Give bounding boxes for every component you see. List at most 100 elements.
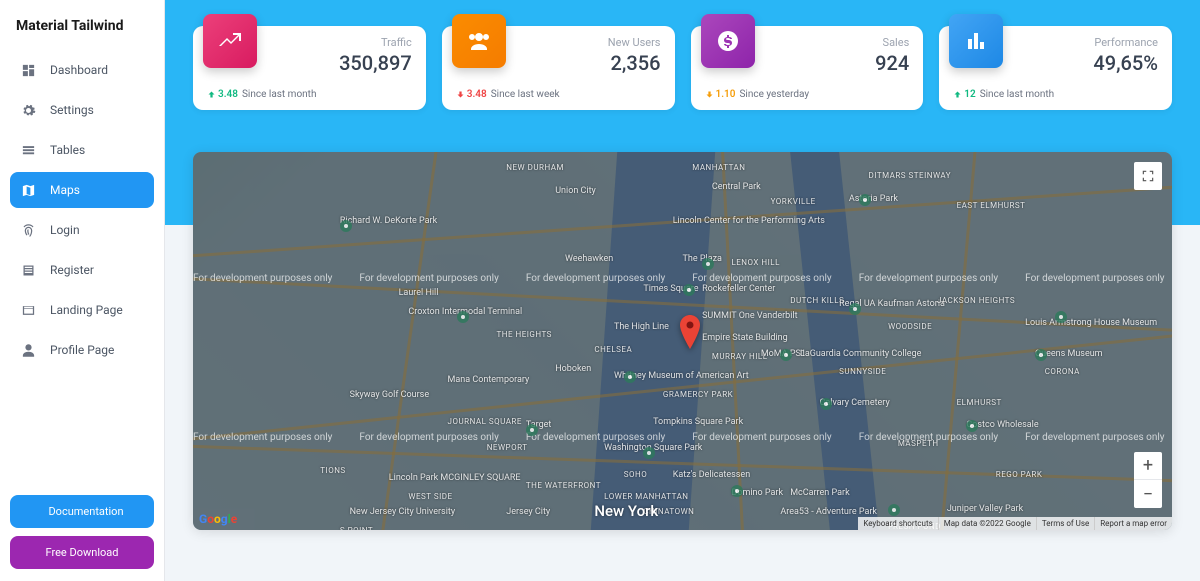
dev-watermark: For development purposes only [526,432,665,443]
map-place-label: New Jersey City University [350,507,455,517]
nav-menu: Dashboard Settings Tables Maps Login Register… [10,52,154,495]
users-icon [452,14,506,68]
map-place-label: GRAMERCY PARK [663,390,733,399]
map-place-label: Jersey City [506,507,550,517]
map-attribution: Keyboard shortcuts Map data ©2022 Google… [858,517,1172,530]
dev-watermark: For development purposes only [359,273,498,284]
report-error-link[interactable]: Report a map error [1094,517,1172,530]
map-place-label: Lincoln Center for the Performing Arts [673,216,825,226]
google-logo: Google [199,512,237,526]
stat-delta: 1.10 [705,89,736,100]
free-download-button[interactable]: Free Download [10,536,154,569]
map-place-label: THE WATERFRONT [526,481,601,490]
map-place-label: Louis Armstrong House Museum [1025,318,1157,328]
sidebar-item-label: Tables [50,143,85,157]
dev-watermark: For development purposes only [1025,273,1164,284]
sidebar-footer: Documentation Free Download [10,495,154,569]
sidebar-item-label: Landing Page [50,303,123,317]
stat-value: 924 [755,51,910,75]
map-place-label: JOURNAL SQUARE [448,417,522,426]
sidebar-item-register[interactable]: Register [10,252,154,288]
trend-icon [203,14,257,68]
sidebar-item-label: Dashboard [50,63,108,77]
sidebar: Material Tailwind Dashboard Settings Table… [0,0,165,581]
map-place-label: Central Park [712,182,761,192]
sidebar-item-login[interactable]: Login [10,212,154,248]
map-place-label: Union City [555,186,596,196]
sidebar-item-label: Maps [50,183,80,197]
stat-delta: 3.48 [207,89,238,100]
map-place-label: TIONS [320,466,345,475]
map-place-label: Tompkins Square Park [653,417,743,427]
gear-icon [20,102,36,118]
sidebar-item-tables[interactable]: Tables [10,132,154,168]
map-place-label: JACKSON HEIGHTS [937,296,1015,305]
zoom-controls: + − [1134,452,1162,508]
map-place-label: Katz's Delicatessen [673,470,750,480]
poi-marker-icon [859,194,871,206]
dev-watermark: For development purposes only [193,273,332,284]
poi-marker-icon [340,220,352,232]
stat-card-new-users: New Users 2,356 3.48 Since last week [442,26,675,110]
dashboard-icon [20,62,36,78]
dev-watermark: For development purposes only [1025,432,1164,443]
main-content: Traffic 350,897 3.48 Since last month Ne… [165,0,1200,581]
sidebar-item-dashboard[interactable]: Dashboard [10,52,154,88]
stat-card-sales: Sales 924 1.10 Since yesterday [691,26,924,110]
stat-value: 350,897 [257,51,412,75]
sidebar-item-landing-page[interactable]: Landing Page [10,292,154,328]
dev-watermark: For development purposes only [359,432,498,443]
poi-marker-icon [624,371,636,383]
fingerprint-icon [20,222,36,238]
map-place-label: Rockefeller Center [702,284,775,294]
map-place-label: ELMHURST [957,398,1002,407]
city-label: New York [594,502,658,520]
stat-label: Traffic [257,36,412,49]
map-marker-icon [678,315,702,353]
stat-label: Performance [1003,36,1158,49]
stat-since: Since last month [242,89,316,100]
map-place-label: Richard W. DeKorte Park [340,216,437,226]
poi-marker-icon [457,311,469,323]
brand-title: Material Tailwind [10,14,154,52]
documentation-button[interactable]: Documentation [10,495,154,528]
map-place-label: NEWPORT [487,443,528,452]
dev-watermark: For development purposes only [859,273,998,284]
sidebar-item-label: Register [50,263,94,277]
sidebar-item-label: Settings [50,103,94,117]
map-place-label: WOODSIDE [888,322,932,331]
map-place-label: Empire State Building [702,333,788,343]
map-container[interactable]: For development purposes only For develop… [193,152,1172,530]
fullscreen-icon [1141,169,1155,183]
zoom-out-button[interactable]: − [1134,480,1162,508]
fullscreen-button[interactable] [1134,162,1162,190]
sidebar-item-maps[interactable]: Maps [10,172,154,208]
documentation-label: Documentation [48,505,123,518]
map-place-label: CHELSEA [594,345,632,354]
list-icon [20,262,36,278]
map-place-label: SUNNYSIDE [839,367,886,376]
stat-card-performance: Performance 49,65% 12 Since last month [939,26,1172,110]
terms-link[interactable]: Terms of Use [1036,517,1094,530]
keyboard-shortcuts-link[interactable]: Keyboard shortcuts [858,517,937,530]
map-place-label: Mana Contemporary [448,375,530,385]
free-download-label: Free Download [46,546,119,559]
map-place-label: NEW DURHAM [506,163,564,172]
sidebar-item-settings[interactable]: Settings [10,92,154,128]
poi-marker-icon [1035,349,1047,361]
stat-since: Since last week [491,89,560,100]
map-place-label: SUMMIT One Vanderbilt [702,311,797,321]
sidebar-item-profile-page[interactable]: Profile Page [10,332,154,368]
map-place-label: THE HEIGHTS [496,330,551,339]
map-place-label: MANHATTAN [692,163,745,172]
map-place-label: DUTCH KILLS [790,296,844,305]
poi-marker-icon [1055,311,1067,323]
map-place-label: S POINT [340,526,373,530]
web-icon [20,302,36,318]
map-place-label: Laurel Hill [399,288,439,298]
map-place-label: EAST ELMHURST [957,201,1026,210]
map-place-label: SOHO [624,470,647,479]
dollar-icon [701,14,755,68]
map-place-label: The High Line [614,322,669,332]
zoom-in-button[interactable]: + [1134,452,1162,480]
